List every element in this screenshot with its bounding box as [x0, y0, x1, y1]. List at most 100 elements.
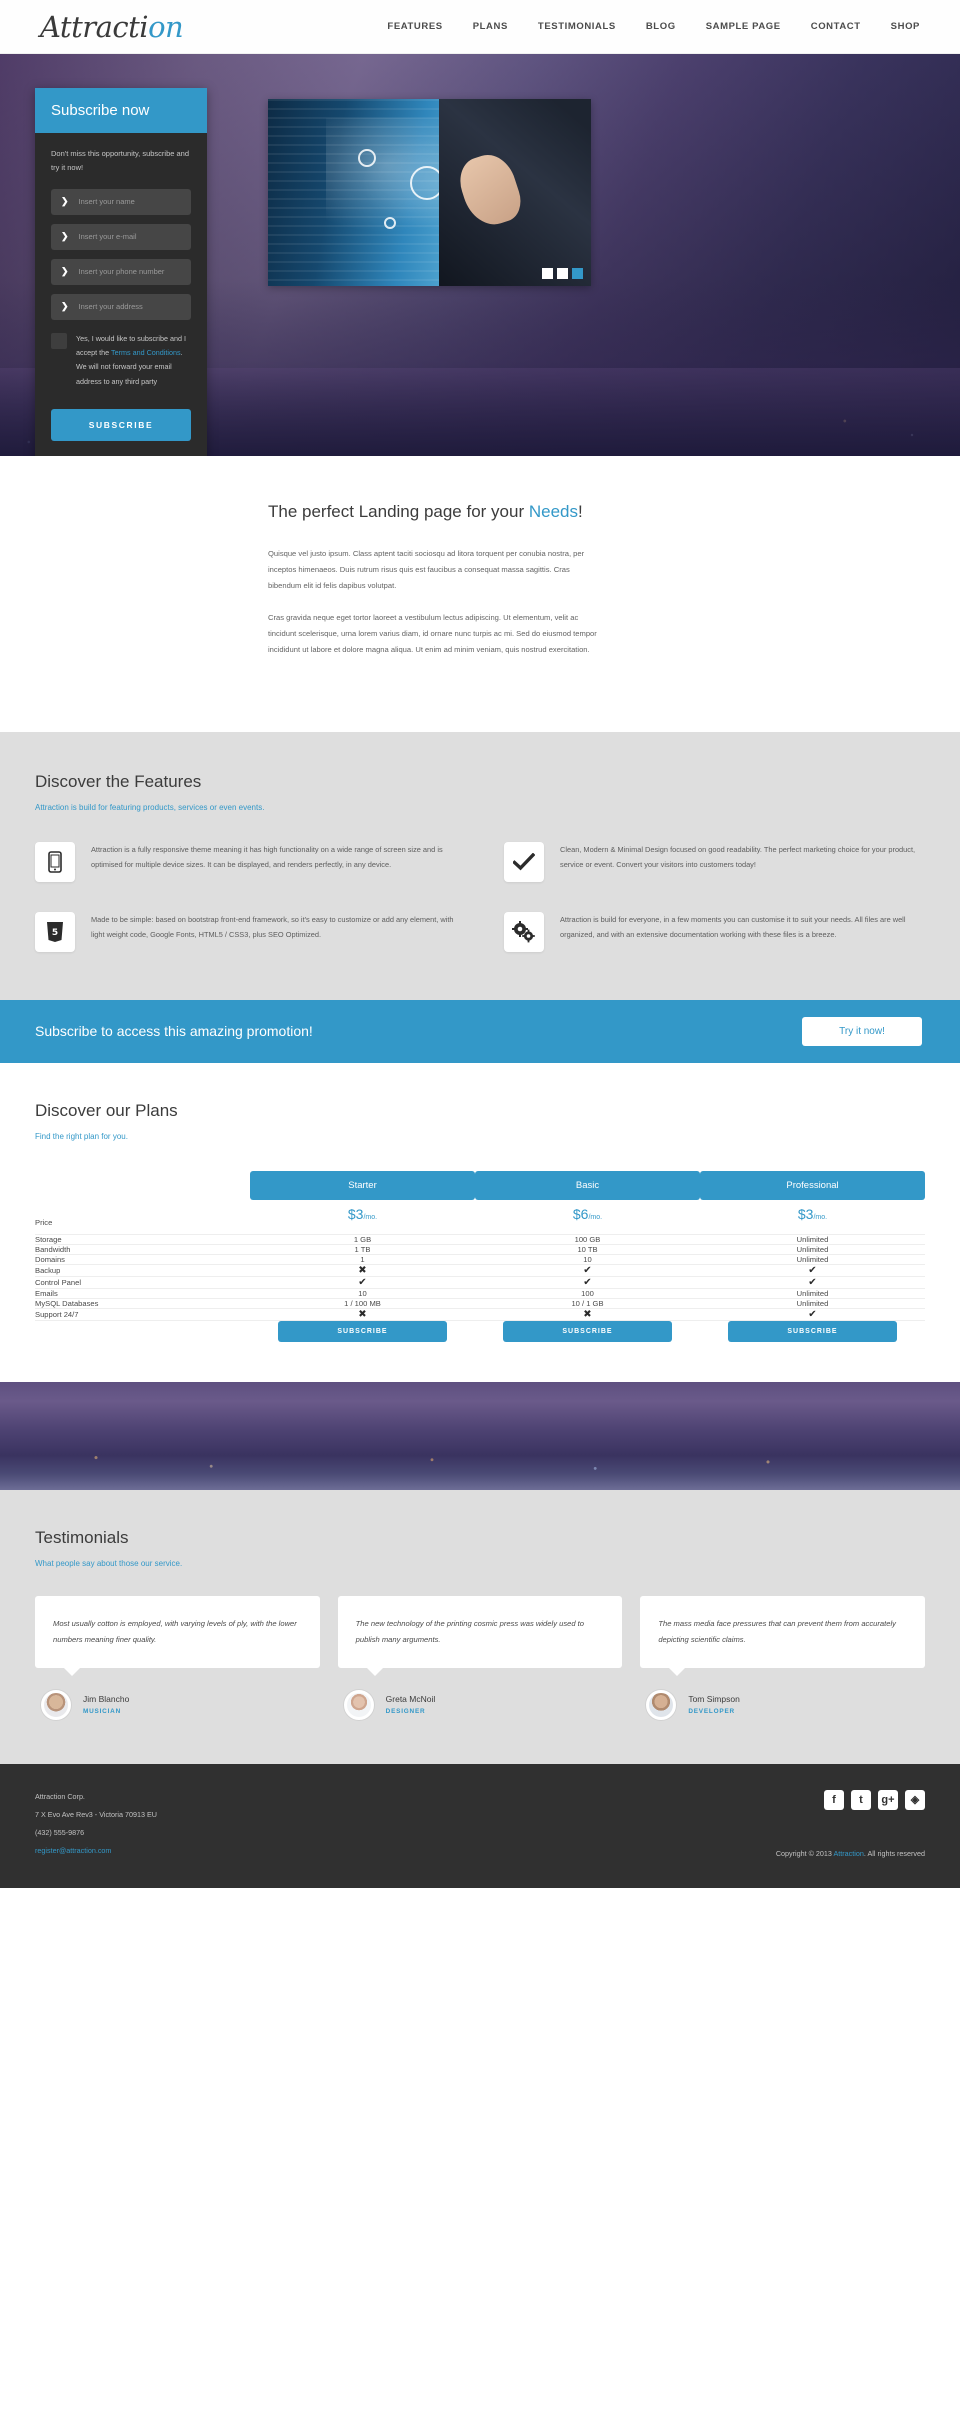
slider-dot-3[interactable] [572, 268, 583, 279]
price-amount: $6 [572, 1205, 589, 1222]
plan-pill-starter[interactable]: Starter [250, 1170, 475, 1200]
plan-subscribe-row: SUBSCRIBE SUBSCRIBE SUBSCRIBE [35, 1320, 925, 1342]
gears-icon [504, 911, 544, 952]
subscribe-submit-button[interactable]: SUBSCRIBE [51, 409, 191, 442]
testimonial-author: Tom Simpson DEVELOPER [646, 1689, 925, 1720]
table-row: Storage 1 GB 100 GB Unlimited [35, 1234, 925, 1245]
intro-paragraph-2: Cras gravida neque eget tortor laoreet a… [268, 612, 597, 654]
subscribe-button-professional[interactable]: SUBSCRIBE [728, 1320, 897, 1342]
row-value: Unlimited [700, 1234, 925, 1245]
testimonial-name: Greta McNoil [385, 1694, 436, 1705]
plan-subscribe-basic-cell: SUBSCRIBE [475, 1320, 700, 1342]
subscribe-name-field[interactable]: ❯ Insert your name [51, 188, 191, 215]
nav-item-testimonials[interactable]: TESTIMONIALS [538, 21, 616, 32]
subscribe-button-basic[interactable]: SUBSCRIBE [503, 1320, 672, 1342]
plan-pill-professional[interactable]: Professional [700, 1170, 925, 1200]
nav-item-sample-page[interactable]: SAMPLE PAGE [706, 21, 781, 32]
row-label: Support 24/7 [35, 1308, 250, 1321]
site-footer: Attraction Corp. 7 X Evo Ave Rev3 - Vict… [0, 1763, 960, 1888]
nav-item-plans[interactable]: PLANS [473, 21, 508, 32]
row-value: Unlimited [700, 1254, 925, 1265]
feature-text: Attraction is build for everyone, in a f… [560, 914, 906, 940]
row-value: 10 / 1 GB [475, 1298, 700, 1309]
hero-slider-image[interactable] [268, 99, 591, 286]
table-row: Domains 1 10 Unlimited [35, 1254, 925, 1265]
nav-item-shop[interactable]: SHOP [891, 21, 920, 32]
feature-item: 5 Made to be simple: based on bootstrap … [35, 911, 456, 952]
plan-subscribe-spacer [35, 1320, 250, 1342]
testimonial-author-info: Jim Blancho MUSICIAN [83, 1694, 129, 1715]
main-navigation: FEATURES PLANS TESTIMONIALS BLOG SAMPLE … [387, 21, 920, 32]
facebook-icon[interactable]: f [824, 1789, 844, 1810]
mobile-icon [35, 841, 75, 882]
row-value: 100 GB [475, 1234, 700, 1245]
subscribe-button-starter[interactable]: SUBSCRIBE [278, 1320, 447, 1342]
row-value: 100 [475, 1288, 700, 1299]
city-skyline-banner [0, 1381, 960, 1490]
avatar-face-icon [346, 1692, 371, 1717]
promo-banner: Subscribe to access this amazing promoti… [0, 999, 960, 1063]
check-icon [504, 841, 544, 882]
plan-header-row: Starter Basic Professional [35, 1170, 925, 1200]
terms-and-conditions-link[interactable]: Terms and Conditions [111, 348, 181, 357]
testimonial-author: Jim Blancho MUSICIAN [41, 1689, 320, 1720]
testimonial-item: The new technology of the printing cosmi… [337, 1595, 623, 1720]
plan-pill-basic[interactable]: Basic [475, 1170, 700, 1200]
testimonial-name: Jim Blancho [83, 1694, 130, 1705]
row-value: $3/mo. [700, 1199, 925, 1235]
row-label: MySQL Databases [35, 1298, 250, 1309]
testimonial-quote: Most usually cotton is employed, with va… [35, 1595, 320, 1676]
testimonial-author: Greta McNoil DESIGNER [343, 1689, 623, 1720]
footer-social-links: f t g+ ◈ [824, 1789, 925, 1810]
google-plus-icon[interactable]: g+ [878, 1789, 898, 1810]
table-row: MySQL Databases 1 / 100 MB 10 / 1 GB Unl… [35, 1298, 925, 1309]
footer-address: 7 X Evo Ave Rev3 - Victoria 70913 EU [35, 1809, 157, 1819]
price-suffix: /mo. [363, 1213, 378, 1221]
nav-item-features[interactable]: FEATURES [387, 21, 442, 32]
dribbble-icon[interactable]: ◈ [905, 1789, 925, 1810]
intro-heading-accent: Needs [528, 502, 578, 521]
row-label: Storage [35, 1234, 250, 1245]
testimonials-subtitle: What people say about those our service. [35, 1558, 183, 1568]
copyright-brand-link[interactable]: Attraction [834, 1849, 864, 1858]
site-logo[interactable]: Attraction [40, 9, 184, 44]
features-title: Discover the Features [35, 771, 202, 791]
nav-item-blog[interactable]: BLOG [646, 21, 676, 32]
subscribe-email-field[interactable]: ❯ Insert your e-mail [51, 223, 191, 250]
testimonial-author-info: Greta McNoil DESIGNER [386, 1694, 436, 1715]
subscribe-address-field[interactable]: ❯ Insert your address [51, 293, 191, 320]
testimonial-name: Tom Simpson [688, 1694, 740, 1705]
intro-paragraph-1: Quisque vel justo ipsum. Class aptent ta… [268, 549, 585, 590]
subscribe-card-title: Subscribe now [35, 88, 207, 133]
table-row: Support 24/7 ✖ ✖ ✔ [35, 1308, 925, 1321]
price-amount: $3 [797, 1205, 814, 1222]
slider-pagination [542, 268, 583, 279]
row-value: $6/mo. [475, 1199, 700, 1235]
chevron-right-icon: ❯ [61, 266, 69, 276]
logo-accent: on [148, 9, 184, 44]
plan-header-starter: Starter [250, 1170, 475, 1200]
slider-dot-2[interactable] [557, 268, 568, 279]
feature-item: Clean, Modern & Minimal Design focused o… [504, 841, 925, 882]
row-label: Emails [35, 1288, 250, 1299]
slider-dot-1[interactable] [542, 268, 553, 279]
twitter-icon[interactable]: t [851, 1789, 871, 1810]
subscribe-name-placeholder: Insert your name [78, 197, 135, 206]
testimonial-role: DEVELOPER [688, 1708, 735, 1716]
features-subtitle: Attraction is build for featuring produc… [35, 802, 265, 812]
terms-checkbox[interactable] [51, 332, 67, 349]
nav-item-contact[interactable]: CONTACT [811, 21, 861, 32]
testimonial-role: MUSICIAN [83, 1708, 121, 1716]
chevron-right-icon: ❯ [61, 301, 69, 311]
price-amount: $3 [347, 1205, 364, 1222]
row-value: 10 [475, 1254, 700, 1265]
table-row: Price $3/mo. $6/mo. $3/mo. [35, 1199, 925, 1235]
copyright-pre: Copyright © 2013 [775, 1848, 834, 1858]
features-grid: Attraction is a fully responsive theme m… [35, 841, 925, 952]
try-it-now-button[interactable]: Try it now! [802, 1016, 922, 1046]
testimonial-item: Most usually cotton is employed, with va… [35, 1595, 320, 1720]
testimonial-role: DESIGNER [385, 1708, 426, 1716]
row-value: 10 [250, 1288, 475, 1299]
subscribe-phone-field[interactable]: ❯ Insert your phone number [51, 258, 191, 285]
row-value: Unlimited [700, 1244, 925, 1255]
